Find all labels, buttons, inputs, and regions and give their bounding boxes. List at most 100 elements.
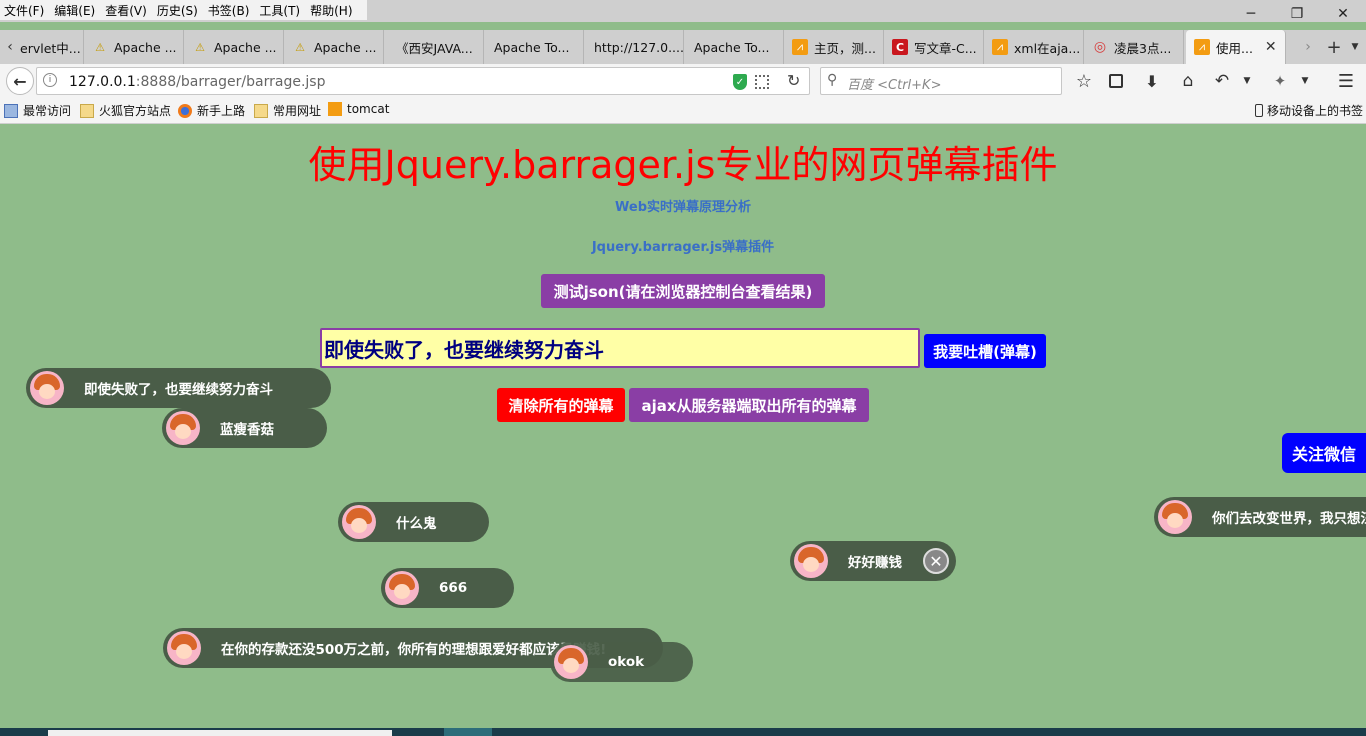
bookmark-firefox-site[interactable]: 火狐官方站点 bbox=[80, 102, 171, 119]
window-controls: ─ ❐ ✕ bbox=[1228, 0, 1366, 28]
tab[interactable]: ⚠ Apache ... bbox=[84, 30, 184, 64]
bookmark-mobile[interactable]: 移动设备上的书签 bbox=[1255, 102, 1363, 119]
barrage-item[interactable]: 什么鬼 bbox=[338, 502, 489, 542]
taskbar-search-box[interactable] bbox=[48, 730, 392, 736]
bookmark-most-visited[interactable]: 最常访问 bbox=[4, 102, 71, 119]
menu-view[interactable]: 查看(V) bbox=[105, 2, 147, 19]
info-icon: i bbox=[43, 73, 57, 87]
tab-bar: ‹ ervlet中... ⚠ Apache ... ⚠ Apache ... ⚠ Ap… bbox=[0, 30, 1366, 64]
tab[interactable]: ⚠ Apache ... bbox=[184, 30, 284, 64]
barrage-item[interactable]: 即使失败了，也要继续努力奋斗 bbox=[26, 368, 331, 408]
barrage-item[interactable]: 666 bbox=[381, 568, 514, 608]
home-icon[interactable]: ⌂ bbox=[1176, 69, 1200, 93]
follow-wechat-button[interactable]: 关注微信 bbox=[1282, 433, 1366, 473]
swirl-icon: ◎ bbox=[1093, 39, 1107, 55]
barrage-text: 666 bbox=[439, 580, 468, 596]
barrage-text: 你们去改变世界，我只想汪 bbox=[1212, 511, 1366, 527]
qrcode-icon[interactable] bbox=[755, 75, 769, 89]
avatar bbox=[554, 645, 588, 679]
barrage-text: 什么鬼 bbox=[396, 516, 437, 532]
dropdown-icon[interactable]: ▼ bbox=[1240, 69, 1254, 93]
clear-barrages-button[interactable]: 清除所有的弹幕 bbox=[497, 388, 625, 422]
menu-help[interactable]: 帮助(H) bbox=[310, 2, 352, 19]
bookmark-label: 新手上路 bbox=[197, 104, 246, 118]
menu-history[interactable]: 历史(S) bbox=[157, 2, 198, 19]
url-host: 127.0.0.1 bbox=[69, 74, 136, 90]
search-placeholder: 百度 <Ctrl+K> bbox=[847, 78, 942, 93]
chart-icon: ⩘ bbox=[992, 39, 1008, 55]
taskbar-item[interactable] bbox=[444, 728, 492, 736]
tab[interactable]: http://127.0.... bbox=[584, 30, 684, 64]
tab[interactable]: C 写文章-C... bbox=[884, 30, 984, 64]
dropdown-icon[interactable]: ▼ bbox=[1298, 69, 1312, 93]
close-tab-icon[interactable]: ✕ bbox=[1265, 39, 1277, 55]
download-icon[interactable]: ⬇ bbox=[1140, 69, 1164, 93]
menu-bookmarks[interactable]: 书签(B) bbox=[208, 2, 250, 19]
chart-icon: ⩘ bbox=[1194, 39, 1210, 55]
search-bar[interactable]: ⚲ 百度 <Ctrl+K> bbox=[820, 67, 1062, 95]
bookmark-label: 火狐官方站点 bbox=[99, 104, 172, 118]
tab[interactable]: ervlet中... bbox=[18, 30, 84, 64]
reading-list-icon[interactable] bbox=[1104, 69, 1128, 93]
new-tab-button[interactable]: + bbox=[1324, 36, 1344, 58]
tab-title: Apache ... bbox=[314, 39, 377, 55]
submit-barrage-button[interactable]: 我要吐槽(弹幕) bbox=[924, 334, 1046, 368]
tab-active[interactable]: ⩘ 使用... ✕ bbox=[1186, 30, 1286, 64]
bookmark-label: 常用网址 bbox=[273, 104, 322, 118]
tab-scroll-left-button[interactable]: ‹ bbox=[2, 38, 18, 56]
tab[interactable]: Apache To... bbox=[684, 30, 784, 64]
barrage-text: okok bbox=[608, 654, 645, 670]
close-barrage-icon[interactable]: ✕ bbox=[923, 548, 949, 574]
phone-icon bbox=[1255, 104, 1263, 117]
tab-title: 《西安JAVA... bbox=[396, 40, 473, 56]
reload-icon[interactable]: ↻ bbox=[787, 71, 800, 90]
tab-title: 主页，测... bbox=[814, 40, 876, 56]
barrage-item[interactable]: 你们去改变世界，我只想汪 bbox=[1154, 497, 1366, 537]
tab[interactable]: Apache To... bbox=[484, 30, 584, 64]
bookmark-label: tomcat bbox=[347, 102, 390, 116]
barrage-text: 在你的存款还没500万之前，你所有的理想跟爱好都应该是赚钱! bbox=[221, 642, 607, 658]
menu-tools[interactable]: 工具(T) bbox=[259, 2, 300, 19]
link-barrager-plugin[interactable]: Jquery.barrager.js弹幕插件 bbox=[0, 236, 1366, 255]
menu-file[interactable]: 文件(F) bbox=[4, 2, 44, 19]
warning-icon: ⚠ bbox=[195, 40, 205, 54]
page-content: 使用Jquery.barrager.js专业的网页弹幕插件 Web实时弹幕原理分… bbox=[0, 124, 1366, 728]
bookmarks-bar: 最常访问 火狐官方站点 新手上路 常用网址 tomcat 移动设备上的书签 bbox=[0, 98, 1366, 124]
tab-title: Apache To... bbox=[694, 39, 770, 55]
tab[interactable]: ⚠ Apache ... bbox=[284, 30, 384, 64]
close-window-button[interactable]: ✕ bbox=[1320, 0, 1366, 28]
folder-icon bbox=[254, 103, 268, 118]
tab-list-button[interactable]: ▼ bbox=[1348, 38, 1362, 56]
tab[interactable]: ⩘ 主页，测... bbox=[784, 30, 884, 64]
avatar bbox=[30, 371, 64, 405]
bookmark-common-sites[interactable]: 常用网址 bbox=[254, 102, 321, 119]
test-json-button[interactable]: 测试json(请在浏览器控制台查看结果) bbox=[541, 274, 825, 308]
barrage-input[interactable]: 即使失败了，也要继续努力奋斗 bbox=[320, 328, 920, 368]
back-button[interactable]: ← bbox=[6, 67, 34, 95]
hamburger-menu-icon[interactable]: ☰ bbox=[1334, 69, 1358, 93]
undo-icon[interactable]: ↶ bbox=[1210, 69, 1234, 93]
extension-icon[interactable]: ✦ bbox=[1268, 69, 1292, 93]
barrage-item[interactable]: okok bbox=[550, 642, 693, 682]
page-title: 使用Jquery.barrager.js专业的网页弹幕插件 bbox=[308, 143, 1058, 187]
search-icon: ⚲ bbox=[827, 72, 838, 88]
ajax-load-barrages-button[interactable]: ajax从服务器端取出所有的弹幕 bbox=[629, 388, 869, 422]
tab[interactable]: 《西安JAVA... bbox=[384, 30, 484, 64]
bookmark-tomcat[interactable]: tomcat bbox=[328, 102, 389, 116]
shield-icon[interactable]: ✓ bbox=[733, 74, 747, 90]
avatar bbox=[385, 571, 419, 605]
bookmark-getting-started[interactable]: 新手上路 bbox=[178, 102, 245, 119]
tab-title: 写文章-C... bbox=[914, 40, 977, 56]
tab[interactable]: ⩘ xml在aja... bbox=[984, 30, 1084, 64]
barrage-item[interactable]: 蓝瘦香菇 bbox=[162, 408, 327, 448]
url-bar[interactable]: i 127.0.0.1:8888/barrager/barrage.jsp ✓ … bbox=[36, 67, 810, 95]
menu-edit[interactable]: 编辑(E) bbox=[54, 2, 95, 19]
tab[interactable]: ◎ 凌晨3点... bbox=[1084, 30, 1184, 64]
most-visited-icon bbox=[4, 103, 18, 118]
restore-button[interactable]: ❐ bbox=[1274, 0, 1320, 28]
star-icon[interactable]: ☆ bbox=[1072, 69, 1096, 93]
tab-scroll-right-button[interactable]: › bbox=[1300, 38, 1316, 56]
minimize-button[interactable]: ─ bbox=[1228, 0, 1274, 28]
nav-bar: ← i 127.0.0.1:8888/barrager/barrage.jsp … bbox=[0, 64, 1366, 98]
link-web-barrage-analysis[interactable]: Web实时弹幕原理分析 bbox=[0, 196, 1366, 215]
